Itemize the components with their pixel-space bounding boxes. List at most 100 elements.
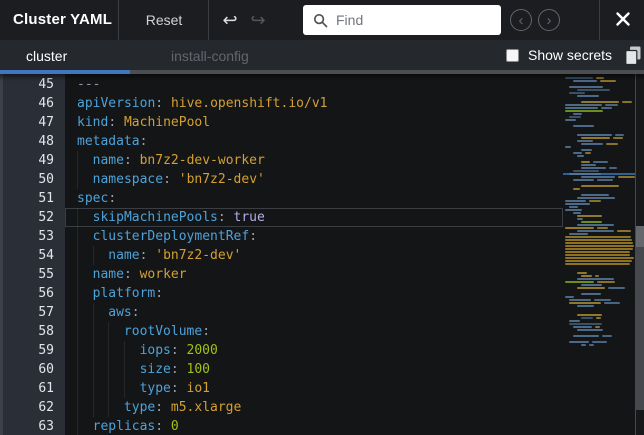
token: : xyxy=(108,189,116,208)
code-line[interactable]: aws: xyxy=(65,303,563,322)
token: : xyxy=(171,379,187,398)
minimap-code-mark xyxy=(604,302,620,304)
find-next-button[interactable]: › xyxy=(538,9,560,31)
find-previous-button[interactable]: ‹ xyxy=(510,9,532,31)
minimap-code-mark xyxy=(577,89,610,91)
yaml-editor[interactable]: 45---46apiVersion: hive.openshift.io/v14… xyxy=(0,74,644,435)
minimap-code-mark xyxy=(577,230,614,232)
indent-guide xyxy=(77,227,93,246)
line-number: 52 xyxy=(0,208,65,227)
code-line-row: 58rootVolume: xyxy=(0,322,563,341)
minimap-code-mark xyxy=(609,167,616,169)
token: 0 xyxy=(171,417,179,435)
minimap-code-mark xyxy=(622,101,631,103)
minimap-code-mark xyxy=(617,230,631,232)
show-secrets-toggle[interactable]: Show secrets xyxy=(506,40,612,70)
code-line[interactable]: name: 'bn7z2-dev' xyxy=(65,246,563,265)
code-line[interactable]: metadata: xyxy=(65,132,563,151)
minimap-code-mark xyxy=(608,287,625,289)
find-input[interactable] xyxy=(336,12,501,28)
indent-guide xyxy=(93,379,109,398)
code-line[interactable]: type: m5.xlarge xyxy=(65,398,563,417)
minimap-code-mark xyxy=(565,245,634,247)
token: 2000 xyxy=(187,341,218,360)
minimap-code-mark xyxy=(618,176,634,178)
token: name xyxy=(93,265,124,284)
token: : xyxy=(155,417,171,435)
minimap-code-mark xyxy=(569,302,601,304)
minimap-code-mark xyxy=(577,314,602,316)
line-number: 51 xyxy=(0,189,65,208)
token: : xyxy=(155,284,163,303)
code-line[interactable]: --- xyxy=(65,75,563,94)
code-line[interactable]: name: bn7z2-dev-worker xyxy=(65,151,563,170)
minimap-code-mark xyxy=(602,335,612,337)
show-secrets-checkbox[interactable] xyxy=(506,49,519,62)
minimap-code-mark xyxy=(593,161,608,163)
code-line[interactable]: name: worker xyxy=(65,265,563,284)
minimap-code-mark xyxy=(569,206,578,208)
code-line-row: 51spec: xyxy=(0,189,563,208)
line-number: 61 xyxy=(0,379,65,398)
minimap-code-mark xyxy=(585,152,591,154)
minimap-code-mark xyxy=(597,281,615,283)
indent-guide xyxy=(93,360,109,379)
token: bn7z2-dev-worker xyxy=(140,151,265,170)
token: name xyxy=(108,246,139,265)
code-line[interactable]: iops: 2000 xyxy=(65,341,563,360)
indent-guide xyxy=(77,151,93,170)
divider xyxy=(118,0,119,40)
code-line-row: 48metadata: xyxy=(0,132,563,151)
code-line[interactable]: size: 100 xyxy=(65,360,563,379)
redo-icon[interactable]: ↪ xyxy=(245,0,271,40)
minimap-code-mark xyxy=(581,344,586,346)
minimap-code-mark xyxy=(565,107,598,109)
minimap[interactable] xyxy=(563,74,635,435)
tab-install-config[interactable]: install-config xyxy=(165,40,255,70)
editor-scrollbar[interactable] xyxy=(636,74,644,435)
token: : xyxy=(140,132,148,151)
line-number: 53 xyxy=(0,227,65,246)
code-line-row: 50namespace: 'bn7z2-dev' xyxy=(0,170,563,189)
code-line[interactable]: namespace: 'bn7z2-dev' xyxy=(65,170,563,189)
code-line[interactable]: clusterDeploymentRef: xyxy=(65,227,563,246)
token: --- xyxy=(77,75,100,94)
minimap-code-mark xyxy=(596,317,602,319)
code-line[interactable]: platform: xyxy=(65,284,563,303)
code-line[interactable]: replicas: 0 xyxy=(65,417,563,435)
show-secrets-label: Show secrets xyxy=(528,47,612,63)
minimap-code-mark xyxy=(565,104,602,106)
token: type xyxy=(124,398,155,417)
code-line[interactable]: rootVolume: xyxy=(65,322,563,341)
copy-icon[interactable] xyxy=(624,46,642,66)
scrollbar-thumb[interactable] xyxy=(636,226,644,410)
indent-guide xyxy=(93,322,109,341)
close-icon[interactable] xyxy=(611,9,635,31)
minimap-code-mark xyxy=(565,200,586,202)
indent-guide xyxy=(93,246,109,265)
token: skipMachinePools xyxy=(93,208,218,227)
line-number: 47 xyxy=(0,113,65,132)
line-number: 48 xyxy=(0,132,65,151)
code-line[interactable]: type: io1 xyxy=(65,379,563,398)
token: MachinePool xyxy=(124,113,210,132)
token: : xyxy=(171,360,187,379)
minimap-code-mark xyxy=(573,152,582,154)
reset-button[interactable]: Reset xyxy=(128,0,200,40)
code-line-row: 52skipMachinePools: true xyxy=(0,208,563,227)
token: size xyxy=(140,360,171,379)
tab-cluster[interactable]: cluster xyxy=(20,40,73,70)
code-line[interactable]: skipMachinePools: true xyxy=(65,208,563,227)
token: spec xyxy=(77,189,108,208)
code-line[interactable]: apiVersion: hive.openshift.io/v1 xyxy=(65,94,563,113)
code-line-row: 57aws: xyxy=(0,303,563,322)
minimap-code-mark xyxy=(569,323,602,325)
divider xyxy=(208,0,209,40)
minimap-code-mark xyxy=(565,257,634,259)
indent-guide xyxy=(108,379,124,398)
code-line[interactable]: kind: MachinePool xyxy=(65,113,563,132)
undo-icon[interactable]: ↩ xyxy=(217,0,243,40)
line-number: 59 xyxy=(0,341,65,360)
editor-left-edge xyxy=(0,74,3,435)
code-line[interactable]: spec: xyxy=(65,189,563,208)
